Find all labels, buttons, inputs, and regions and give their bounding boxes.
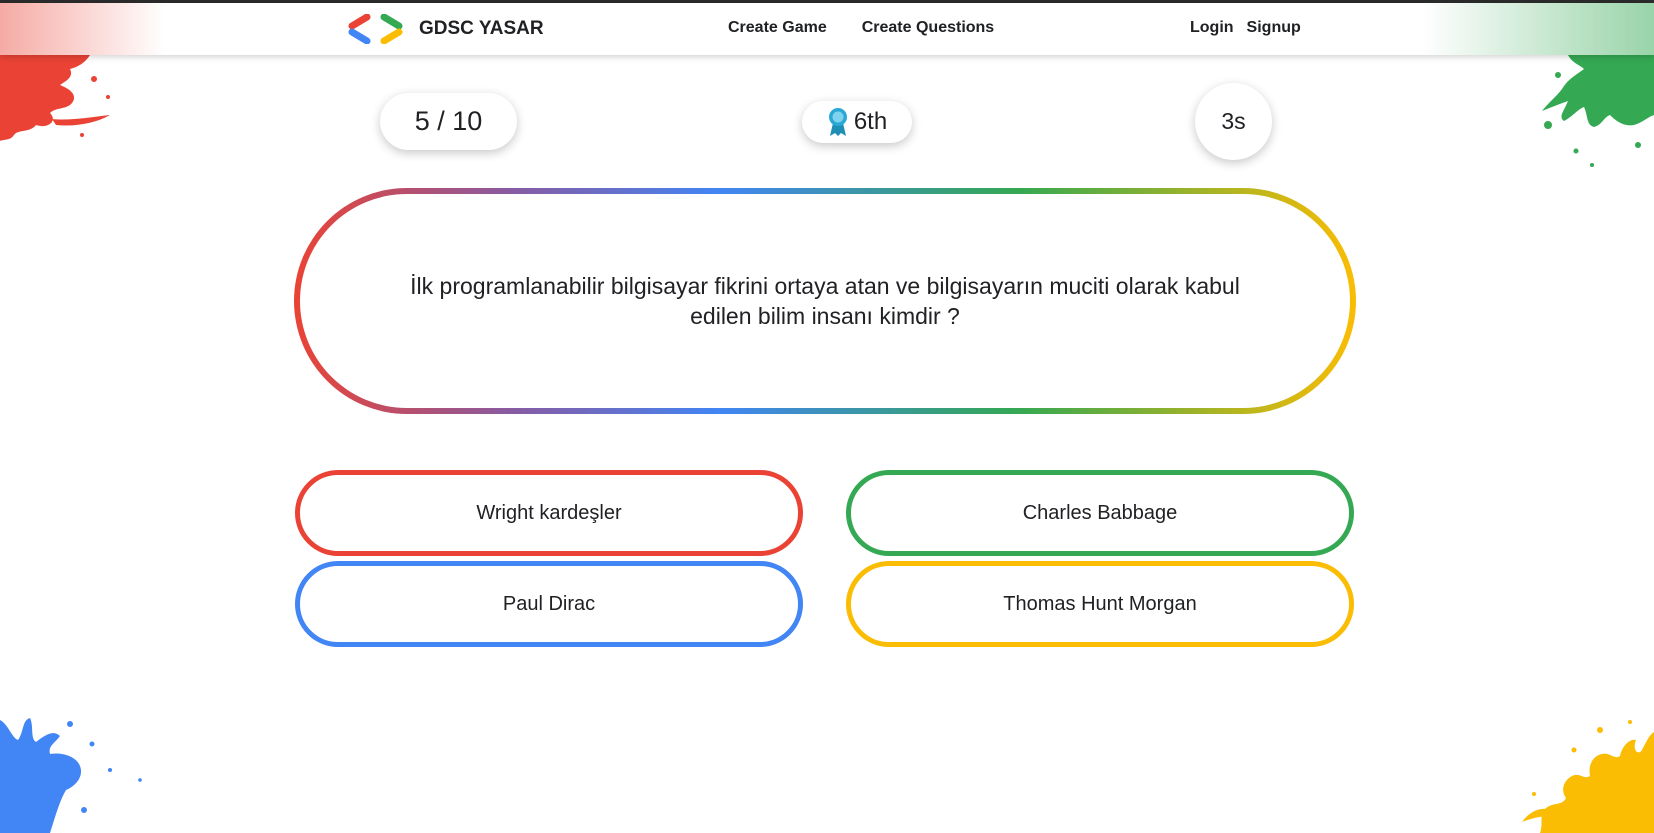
question-progress-badge: 5 / 10: [380, 93, 517, 150]
brand-name: GDSC YASAR: [419, 18, 544, 39]
answer-option-a[interactable]: Wright kardeşler: [295, 470, 803, 556]
answer-option-c[interactable]: Paul Dirac: [295, 561, 803, 647]
signup-link[interactable]: Signup: [1247, 19, 1301, 37]
nav-create-game[interactable]: Create Game: [728, 19, 827, 37]
rank-label: 6th: [853, 108, 888, 135]
answer-option-d[interactable]: Thomas Hunt Morgan: [846, 561, 1354, 647]
auth-nav: Login Signup: [1190, 19, 1301, 37]
countdown-timer: 3s: [1195, 83, 1272, 160]
answer-option-b-label: Charles Babbage: [1022, 501, 1178, 524]
timer-text: 3s: [1221, 108, 1246, 134]
blue-paint-splash: [0, 718, 142, 833]
yellow-paint-splash: [1522, 720, 1654, 833]
question-card: İlk programlanabilir bilgisayar fikrini …: [294, 188, 1356, 414]
answer-option-a-label: Wright kardeşler: [476, 501, 622, 524]
answer-option-b[interactable]: Charles Babbage: [846, 470, 1354, 556]
brand-home-link[interactable]: GDSC YASAR: [347, 14, 544, 44]
red-paint-splash: [0, 55, 110, 141]
main-nav: Create Game Create Questions: [728, 19, 994, 37]
top-navbar: GDSC YASAR Create Game Create Questions …: [0, 3, 1654, 55]
gdsc-brackets-logo-icon: [348, 14, 403, 44]
nav-create-questions[interactable]: Create Questions: [862, 19, 994, 37]
answer-option-d-label: Thomas Hunt Morgan: [1003, 592, 1197, 615]
rank-badge: 6th: [802, 101, 912, 143]
question-card-inner: İlk programlanabilir bilgisayar fikrini …: [300, 194, 1350, 408]
green-paint-splash: [1542, 55, 1654, 167]
award-ribbon-icon: [828, 108, 847, 136]
login-link[interactable]: Login: [1190, 19, 1234, 37]
question-progress-text: 5 / 10: [414, 106, 483, 136]
answer-option-c-label: Paul Dirac: [502, 592, 596, 615]
question-text: İlk programlanabilir bilgisayar fikrini …: [410, 273, 1240, 329]
